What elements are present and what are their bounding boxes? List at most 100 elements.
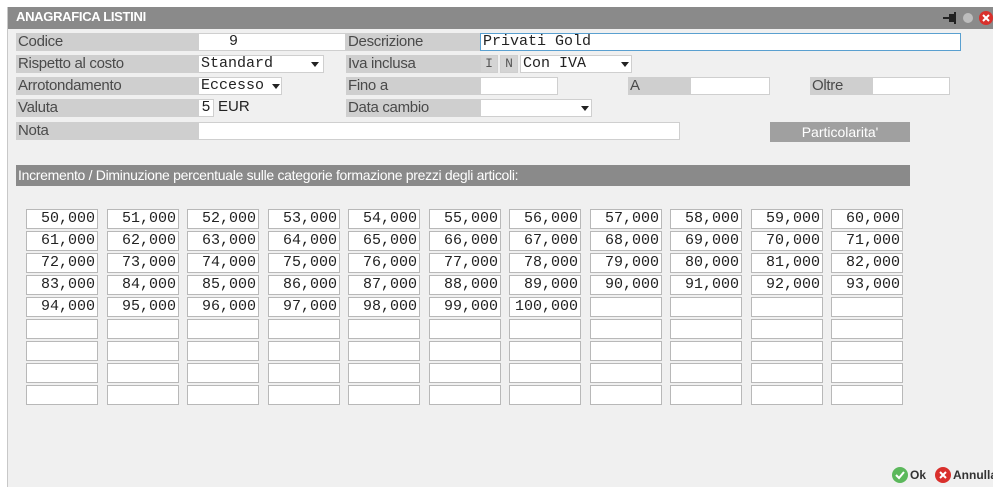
percentage-cell[interactable] <box>348 341 420 361</box>
percentage-cell[interactable]: 59,000 <box>751 209 823 229</box>
percentage-cell[interactable] <box>348 385 420 405</box>
percentage-cell[interactable]: 62,000 <box>107 231 179 251</box>
arrotondamento-select[interactable]: Eccesso <box>198 77 282 95</box>
percentage-cell[interactable] <box>670 385 742 405</box>
percentage-cell[interactable] <box>348 363 420 383</box>
percentage-cell[interactable]: 97,000 <box>268 297 340 317</box>
percentage-cell[interactable]: 67,000 <box>509 231 581 251</box>
pin-icon[interactable] <box>942 10 958 26</box>
particolarita-button[interactable]: Particolarita' <box>770 122 910 142</box>
percentage-cell[interactable] <box>670 341 742 361</box>
percentage-cell[interactable]: 81,000 <box>751 253 823 273</box>
percentage-cell[interactable]: 100,000 <box>509 297 581 317</box>
ok-button[interactable]: Ok <box>892 465 926 485</box>
percentage-cell[interactable] <box>187 319 259 339</box>
percentage-cell[interactable]: 60,000 <box>831 209 903 229</box>
percentage-cell[interactable] <box>429 341 501 361</box>
annulla-button[interactable]: Annulla <box>935 465 993 485</box>
percentage-cell[interactable] <box>590 385 662 405</box>
percentage-cell[interactable]: 89,000 <box>509 275 581 295</box>
valuta-code-field[interactable]: 5 <box>198 99 214 117</box>
percentage-cell[interactable] <box>429 319 501 339</box>
percentage-cell[interactable]: 66,000 <box>429 231 501 251</box>
percentage-cell[interactable]: 84,000 <box>107 275 179 295</box>
percentage-cell[interactable] <box>670 363 742 383</box>
percentage-cell[interactable]: 51,000 <box>107 209 179 229</box>
percentage-cell[interactable]: 85,000 <box>187 275 259 295</box>
percentage-cell[interactable] <box>187 385 259 405</box>
percentage-cell[interactable]: 61,000 <box>26 231 98 251</box>
percentage-cell[interactable] <box>187 363 259 383</box>
percentage-cell[interactable] <box>590 297 662 317</box>
percentage-cell[interactable] <box>268 385 340 405</box>
percentage-cell[interactable]: 77,000 <box>429 253 501 273</box>
percentage-cell[interactable]: 52,000 <box>187 209 259 229</box>
percentage-cell[interactable]: 68,000 <box>590 231 662 251</box>
percentage-cell[interactable] <box>509 385 581 405</box>
percentage-cell[interactable] <box>509 341 581 361</box>
percentage-cell[interactable]: 57,000 <box>590 209 662 229</box>
data-cambio-select[interactable] <box>480 99 592 117</box>
percentage-cell[interactable]: 64,000 <box>268 231 340 251</box>
percentage-cell[interactable]: 98,000 <box>348 297 420 317</box>
percentage-cell[interactable]: 69,000 <box>670 231 742 251</box>
oltre-field[interactable] <box>872 77 950 95</box>
percentage-cell[interactable] <box>831 341 903 361</box>
a-field[interactable] <box>690 77 770 95</box>
percentage-cell[interactable]: 87,000 <box>348 275 420 295</box>
iva-select[interactable]: Con IVA <box>520 55 632 73</box>
percentage-cell[interactable]: 58,000 <box>670 209 742 229</box>
percentage-cell[interactable] <box>268 341 340 361</box>
percentage-cell[interactable]: 54,000 <box>348 209 420 229</box>
fino-a-field[interactable] <box>480 77 558 95</box>
percentage-cell[interactable]: 65,000 <box>348 231 420 251</box>
percentage-cell[interactable]: 96,000 <box>187 297 259 317</box>
percentage-cell[interactable] <box>590 341 662 361</box>
percentage-cell[interactable] <box>751 297 823 317</box>
rispetto-select[interactable]: Standard <box>198 55 324 73</box>
percentage-cell[interactable]: 78,000 <box>509 253 581 273</box>
percentage-cell[interactable] <box>509 319 581 339</box>
percentage-cell[interactable] <box>107 319 179 339</box>
percentage-cell[interactable] <box>26 341 98 361</box>
percentage-cell[interactable] <box>751 363 823 383</box>
percentage-cell[interactable]: 72,000 <box>26 253 98 273</box>
percentage-cell[interactable] <box>26 363 98 383</box>
percentage-cell[interactable]: 86,000 <box>268 275 340 295</box>
percentage-cell[interactable]: 95,000 <box>107 297 179 317</box>
percentage-cell[interactable] <box>831 319 903 339</box>
percentage-cell[interactable]: 55,000 <box>429 209 501 229</box>
percentage-cell[interactable]: 63,000 <box>187 231 259 251</box>
minimize-circle-icon[interactable] <box>960 10 976 26</box>
percentage-cell[interactable] <box>429 363 501 383</box>
nota-field[interactable] <box>198 122 680 140</box>
percentage-cell[interactable]: 75,000 <box>268 253 340 273</box>
percentage-cell[interactable]: 94,000 <box>26 297 98 317</box>
percentage-cell[interactable] <box>107 363 179 383</box>
percentage-cell[interactable] <box>107 341 179 361</box>
percentage-cell[interactable]: 74,000 <box>187 253 259 273</box>
percentage-cell[interactable]: 90,000 <box>590 275 662 295</box>
iva-flag-n[interactable]: N <box>500 55 518 73</box>
percentage-cell[interactable] <box>268 319 340 339</box>
percentage-cell[interactable] <box>268 363 340 383</box>
percentage-cell[interactable]: 50,000 <box>26 209 98 229</box>
percentage-cell[interactable]: 53,000 <box>268 209 340 229</box>
percentage-cell[interactable] <box>831 385 903 405</box>
percentage-cell[interactable]: 99,000 <box>429 297 501 317</box>
percentage-cell[interactable]: 83,000 <box>26 275 98 295</box>
percentage-cell[interactable]: 79,000 <box>590 253 662 273</box>
iva-flag-i[interactable]: I <box>480 55 498 73</box>
percentage-cell[interactable]: 91,000 <box>670 275 742 295</box>
percentage-cell[interactable] <box>26 385 98 405</box>
codice-field[interactable]: 9 <box>198 33 346 51</box>
percentage-cell[interactable] <box>670 319 742 339</box>
percentage-cell[interactable] <box>751 319 823 339</box>
percentage-cell[interactable] <box>187 341 259 361</box>
percentage-cell[interactable] <box>670 297 742 317</box>
percentage-cell[interactable] <box>831 363 903 383</box>
percentage-cell[interactable]: 88,000 <box>429 275 501 295</box>
percentage-cell[interactable]: 56,000 <box>509 209 581 229</box>
percentage-cell[interactable] <box>751 385 823 405</box>
percentage-cell[interactable]: 93,000 <box>831 275 903 295</box>
